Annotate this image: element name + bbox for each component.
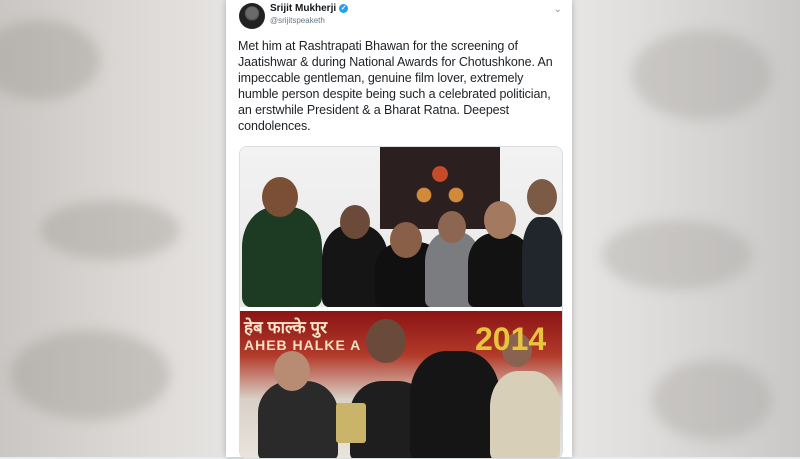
photo-group-portrait (240, 147, 562, 307)
person-silhouette (258, 381, 338, 458)
chevron-down-icon[interactable]: ⌄ (554, 4, 562, 15)
tweet-text: Met him at Rashtrapati Bhawan for the sc… (238, 39, 553, 133)
person-head (340, 205, 370, 239)
person-head (274, 351, 310, 391)
author-handle[interactable]: @srijitspeaketh (270, 16, 325, 25)
person-head (484, 201, 516, 239)
blur-shape (652, 360, 772, 440)
blur-shape (40, 200, 180, 260)
person-silhouette (242, 207, 322, 307)
person-silhouette (490, 371, 560, 458)
author-name[interactable]: Srijit Mukherji ✓ (270, 3, 349, 14)
banner-year: 2014 (475, 321, 547, 357)
banner-hindi-text: हेब फाल्के पुर (244, 318, 328, 337)
avatar[interactable] (239, 3, 265, 29)
award-medal (336, 403, 366, 443)
tweet-card: Srijit Mukherji ✓ @srijitspeaketh ⌄ Met h… (226, 0, 572, 459)
blur-shape (602, 220, 752, 290)
person-silhouette (410, 351, 500, 458)
verified-icon: ✓ (339, 3, 349, 13)
person-head (390, 222, 422, 258)
blur-shape (0, 20, 100, 100)
tapestry-ornament (400, 153, 480, 223)
person-silhouette (522, 217, 562, 307)
person-head (262, 177, 298, 217)
author-name-label: Srijit Mukherji (270, 3, 337, 14)
blur-shape (10, 330, 170, 420)
banner-english-text: AHEB HALKE A (244, 337, 362, 353)
background-right (572, 0, 800, 457)
person-head (527, 179, 557, 215)
tweet-photo[interactable]: हेब फाल्के पुर AHEB HALKE A 2014 (239, 146, 563, 459)
background-left (0, 0, 226, 457)
blur-shape (632, 30, 772, 120)
person-head (438, 211, 466, 243)
person-head (366, 319, 406, 363)
